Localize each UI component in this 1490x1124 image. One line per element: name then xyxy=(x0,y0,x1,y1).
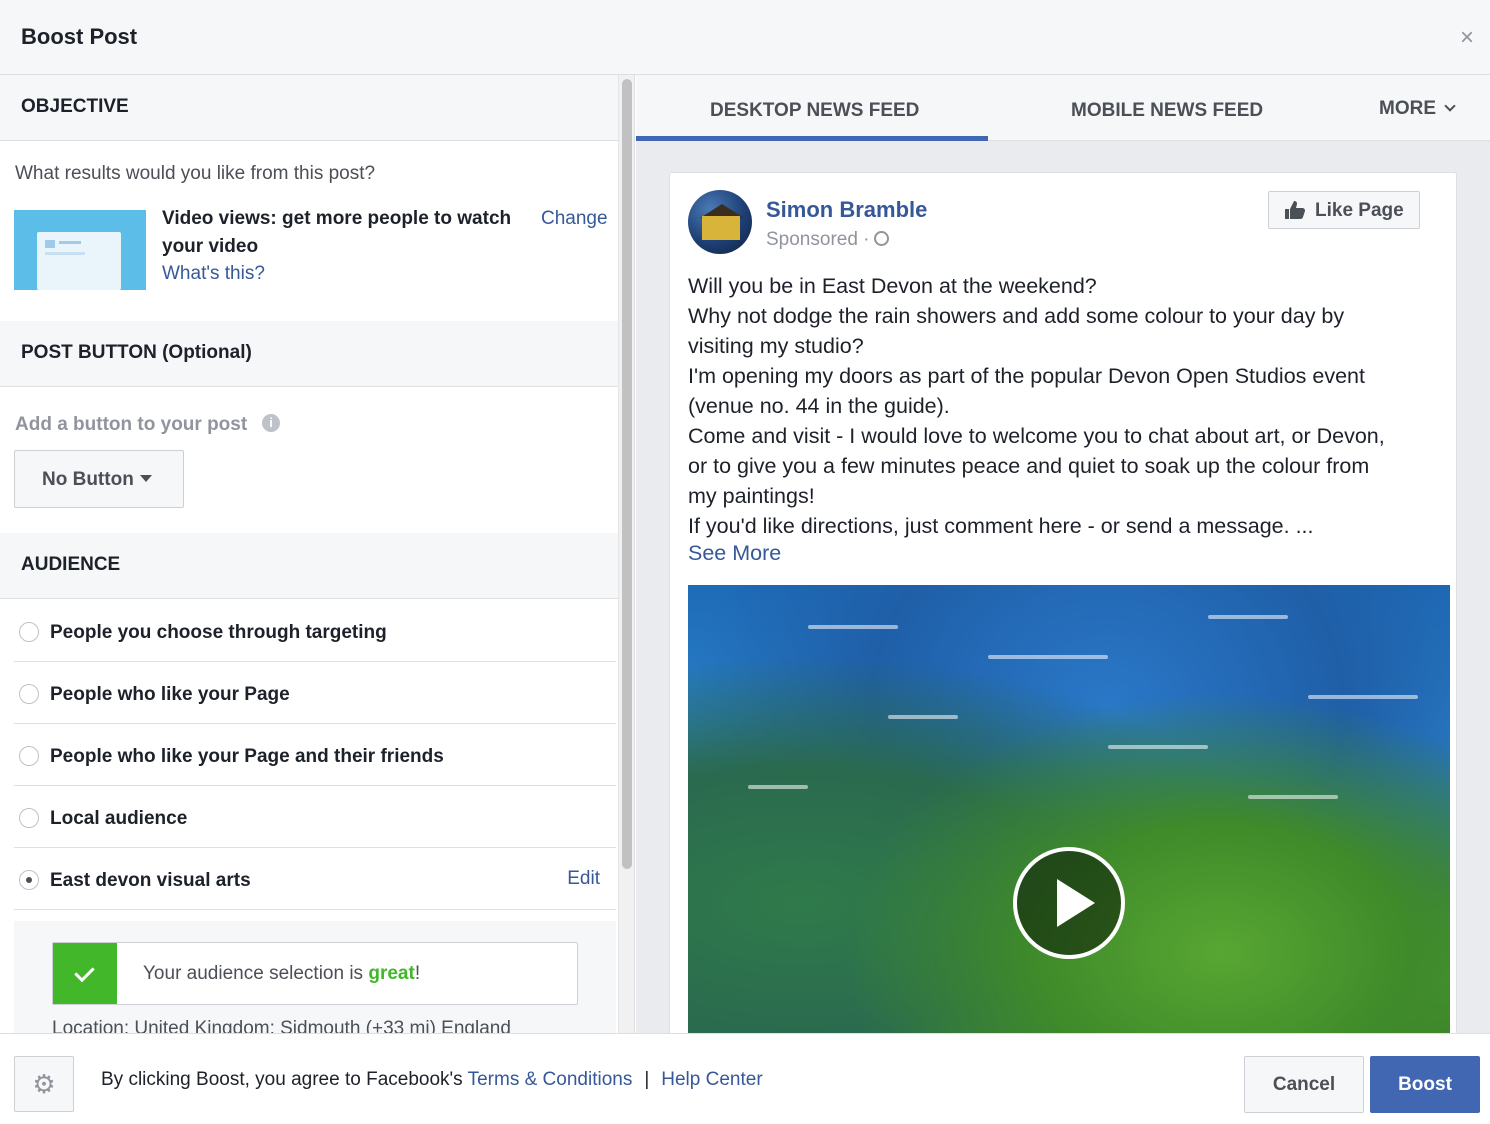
objective-selected: Video views: get more people to watch yo… xyxy=(162,208,512,257)
avatar[interactable] xyxy=(688,190,752,254)
post-preview: Simon Bramble Sponsored · Like Page Will… xyxy=(669,172,1457,1033)
post-button-select[interactable]: No Button xyxy=(14,450,184,508)
terms-link[interactable]: Terms & Conditions xyxy=(468,1069,633,1090)
audience-option[interactable]: People you choose through targeting xyxy=(14,600,616,662)
see-more-link[interactable]: See More xyxy=(688,541,781,566)
audience-option-label: Local audience xyxy=(50,808,188,829)
audience-quality-message: Your audience selection is great! xyxy=(143,963,421,984)
dialog-footer: ⚙ By clicking Boost, you agree to Facebo… xyxy=(0,1033,1490,1124)
info-icon[interactable]: i xyxy=(262,414,280,432)
audience-option[interactable]: Local audience xyxy=(14,786,616,848)
chevron-down-icon xyxy=(1444,100,1456,112)
settings-pane: OBJECTIVE What results would you like fr… xyxy=(0,75,618,1033)
dialog-title: Boost Post xyxy=(21,24,138,49)
dialog-header: Boost Post × xyxy=(0,0,1490,75)
change-objective-link[interactable]: Change xyxy=(541,208,608,230)
gear-icon[interactable]: ⚙ xyxy=(14,1056,74,1112)
tab-desktop-news-feed[interactable]: DESKTOP NEWS FEED xyxy=(710,100,919,122)
terms-notice: By clicking Boost, you agree to Facebook… xyxy=(101,1069,763,1090)
help-center-link[interactable]: Help Center xyxy=(661,1069,762,1090)
radio-button[interactable] xyxy=(19,684,39,704)
caret-down-icon xyxy=(139,475,152,482)
audience-details: Your audience selection is great! xyxy=(14,921,616,1033)
add-button-label: Add a button to your post xyxy=(15,414,248,435)
like-page-label: Like Page xyxy=(1315,200,1404,221)
scrollbar-thumb[interactable] xyxy=(622,79,632,869)
audience-option-label: People who like your Page and their frie… xyxy=(50,746,444,767)
like-page-button[interactable]: Like Page xyxy=(1268,191,1420,229)
objective-question: What results would you like from this po… xyxy=(15,163,376,184)
post-button-section-title: POST BUTTON (Optional) xyxy=(0,321,618,387)
audience-option-label: East devon visual arts xyxy=(50,870,251,891)
video-thumbnail[interactable] xyxy=(688,585,1450,1033)
radio-button[interactable] xyxy=(19,622,39,642)
audience-option-selected[interactable]: East devon visual arts Edit xyxy=(14,848,616,910)
audience-option[interactable]: People who like your Page and their frie… xyxy=(14,724,616,786)
objective-section-title: OBJECTIVE xyxy=(0,75,618,141)
preview-tabs: DESKTOP NEWS FEED MOBILE NEWS FEED MORE xyxy=(636,75,1490,141)
boost-button[interactable]: Boost xyxy=(1370,1056,1480,1113)
audience-quality-box: Your audience selection is great! xyxy=(52,942,578,1005)
post-button-select-value: No Button xyxy=(42,469,134,490)
tab-more[interactable]: MORE xyxy=(1379,98,1456,120)
whats-this-link[interactable]: What's this? xyxy=(162,263,265,285)
edit-audience-link[interactable]: Edit xyxy=(567,868,600,890)
audience-option[interactable]: People who like your Page xyxy=(14,662,616,724)
preview-pane: DESKTOP NEWS FEED MOBILE NEWS FEED MORE … xyxy=(636,75,1490,1033)
radio-button[interactable] xyxy=(19,746,39,766)
settings-scrollbar[interactable] xyxy=(618,75,635,1033)
check-icon xyxy=(53,943,117,1004)
radio-button[interactable] xyxy=(19,808,39,828)
cancel-button[interactable]: Cancel xyxy=(1244,1056,1364,1113)
audience-quality-word: great xyxy=(368,963,415,984)
audience-section-title: AUDIENCE xyxy=(0,533,618,599)
radio-button-selected[interactable] xyxy=(19,870,39,890)
globe-icon xyxy=(873,231,889,246)
thumbs-up-icon xyxy=(1285,201,1305,219)
audience-option-label: People who like your Page xyxy=(50,684,290,705)
play-icon[interactable] xyxy=(1013,847,1125,959)
tab-mobile-news-feed[interactable]: MOBILE NEWS FEED xyxy=(1071,100,1263,122)
audience-option-label: People you choose through targeting xyxy=(50,622,387,643)
audience-location: Location: United Kingdom: Sidmouth (+33 … xyxy=(52,1018,511,1033)
post-text: Will you be in East Devon at the weekend… xyxy=(688,274,1385,538)
sponsored-label: Sponsored · xyxy=(766,229,889,251)
audience-options: People you choose through targeting Peop… xyxy=(14,600,616,910)
video-views-illustration xyxy=(14,210,146,290)
close-icon[interactable]: × xyxy=(1460,26,1474,50)
tab-more-label: MORE xyxy=(1379,98,1436,119)
active-tab-indicator xyxy=(636,136,988,141)
post-author[interactable]: Simon Bramble xyxy=(766,197,927,223)
